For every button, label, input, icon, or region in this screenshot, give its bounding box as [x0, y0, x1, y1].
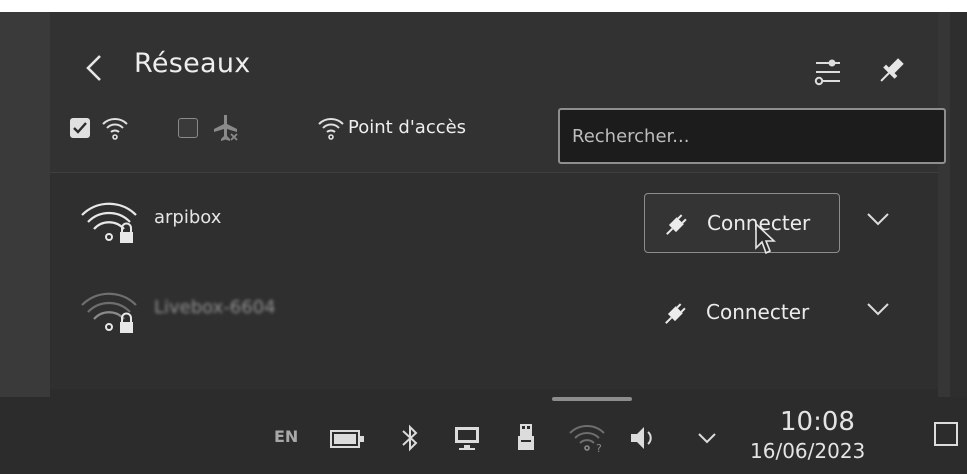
wifi-icon [102, 118, 128, 140]
checkmark-icon [73, 122, 87, 134]
chevron-left-icon [86, 55, 101, 81]
configure-icon [814, 59, 840, 86]
back-button[interactable] [78, 48, 112, 88]
svg-text:?: ? [596, 442, 602, 453]
page-title: Réseaux [134, 48, 251, 79]
display-icon[interactable] [452, 423, 482, 453]
expand-button[interactable] [858, 289, 898, 329]
hotspot-label[interactable]: Point d'accès [348, 117, 466, 138]
mouse-cursor-icon [755, 222, 777, 255]
chevron-down-icon [867, 213, 889, 226]
wifi-unknown-icon[interactable]: ? [568, 421, 608, 453]
wifi-secured-icon [81, 202, 137, 243]
panel-drag-handle[interactable] [552, 397, 632, 401]
filter-bar: Point d'accès [70, 108, 946, 164]
network-name: arpibox [154, 207, 222, 228]
configure-button[interactable] [808, 52, 846, 90]
usb-drive-icon[interactable] [514, 421, 538, 453]
search-input[interactable] [558, 108, 946, 164]
network-list: arpibox Connecter Livebox-6604 Connecter [50, 173, 938, 397]
list-item[interactable]: arpibox Connecter [50, 173, 938, 261]
chevron-down-icon [867, 303, 889, 316]
taskbar: EN ? 10:08 16/06/2023 [0, 397, 967, 474]
wifi-checkbox[interactable] [70, 118, 90, 138]
chevron-down-icon[interactable] [694, 425, 720, 451]
hotspot-icon[interactable] [316, 112, 346, 142]
wifi-secured-weak-icon [81, 292, 137, 333]
networks-popup: Réseaux Point d'accès Rechercher... arpi… [50, 12, 946, 397]
keyboard-layout[interactable]: EN [274, 427, 298, 446]
airplane-checkbox[interactable] [178, 118, 198, 138]
show-desktop-icon[interactable] [933, 421, 959, 447]
airplane-icon [214, 115, 238, 141]
clock-date[interactable]: 16/06/2023 [750, 439, 865, 463]
pin-icon [880, 58, 904, 82]
pin-button[interactable] [872, 52, 910, 90]
list-item[interactable]: Livebox-6604 Connecter [50, 263, 938, 351]
volume-icon[interactable] [628, 423, 662, 453]
expand-button[interactable] [858, 199, 898, 239]
network-name: Livebox-6604 [154, 297, 276, 318]
clock-time[interactable]: 10:08 [780, 407, 855, 437]
bluetooth-icon[interactable] [400, 423, 420, 453]
plug-icon [666, 214, 687, 235]
desktop-left-edge [0, 12, 50, 397]
plug-icon [665, 303, 686, 324]
connect-button[interactable]: Connecter [644, 193, 840, 253]
connect-label: Connecter [706, 300, 810, 324]
connect-button[interactable]: Connecter [644, 283, 840, 343]
popup-header: Réseaux Point d'accès Rechercher... [50, 12, 946, 172]
desktop-right-edge [938, 12, 967, 397]
battery-icon[interactable] [330, 429, 366, 449]
list-footer [50, 389, 938, 397]
